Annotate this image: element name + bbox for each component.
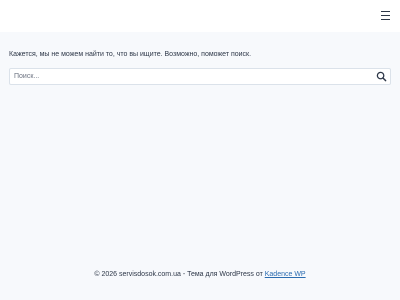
search-icon[interactable]	[376, 71, 387, 82]
search-form	[9, 68, 391, 85]
site-header	[0, 0, 400, 32]
footer-copyright: © 2026 servisdosok.com.ua - Тема для Wor…	[94, 271, 265, 278]
kadence-wp-link[interactable]: Kadence WP	[265, 271, 306, 278]
search-input[interactable]	[10, 69, 390, 84]
not-found-message: Кажется, мы не можем найти то, что вы ищ…	[9, 51, 252, 58]
main-content: Кажется, мы не можем найти то, что вы ищ…	[9, 48, 391, 85]
hamburger-menu-icon[interactable]	[381, 11, 390, 20]
site-footer: © 2026 servisdosok.com.ua - Тема для Wor…	[0, 271, 400, 278]
